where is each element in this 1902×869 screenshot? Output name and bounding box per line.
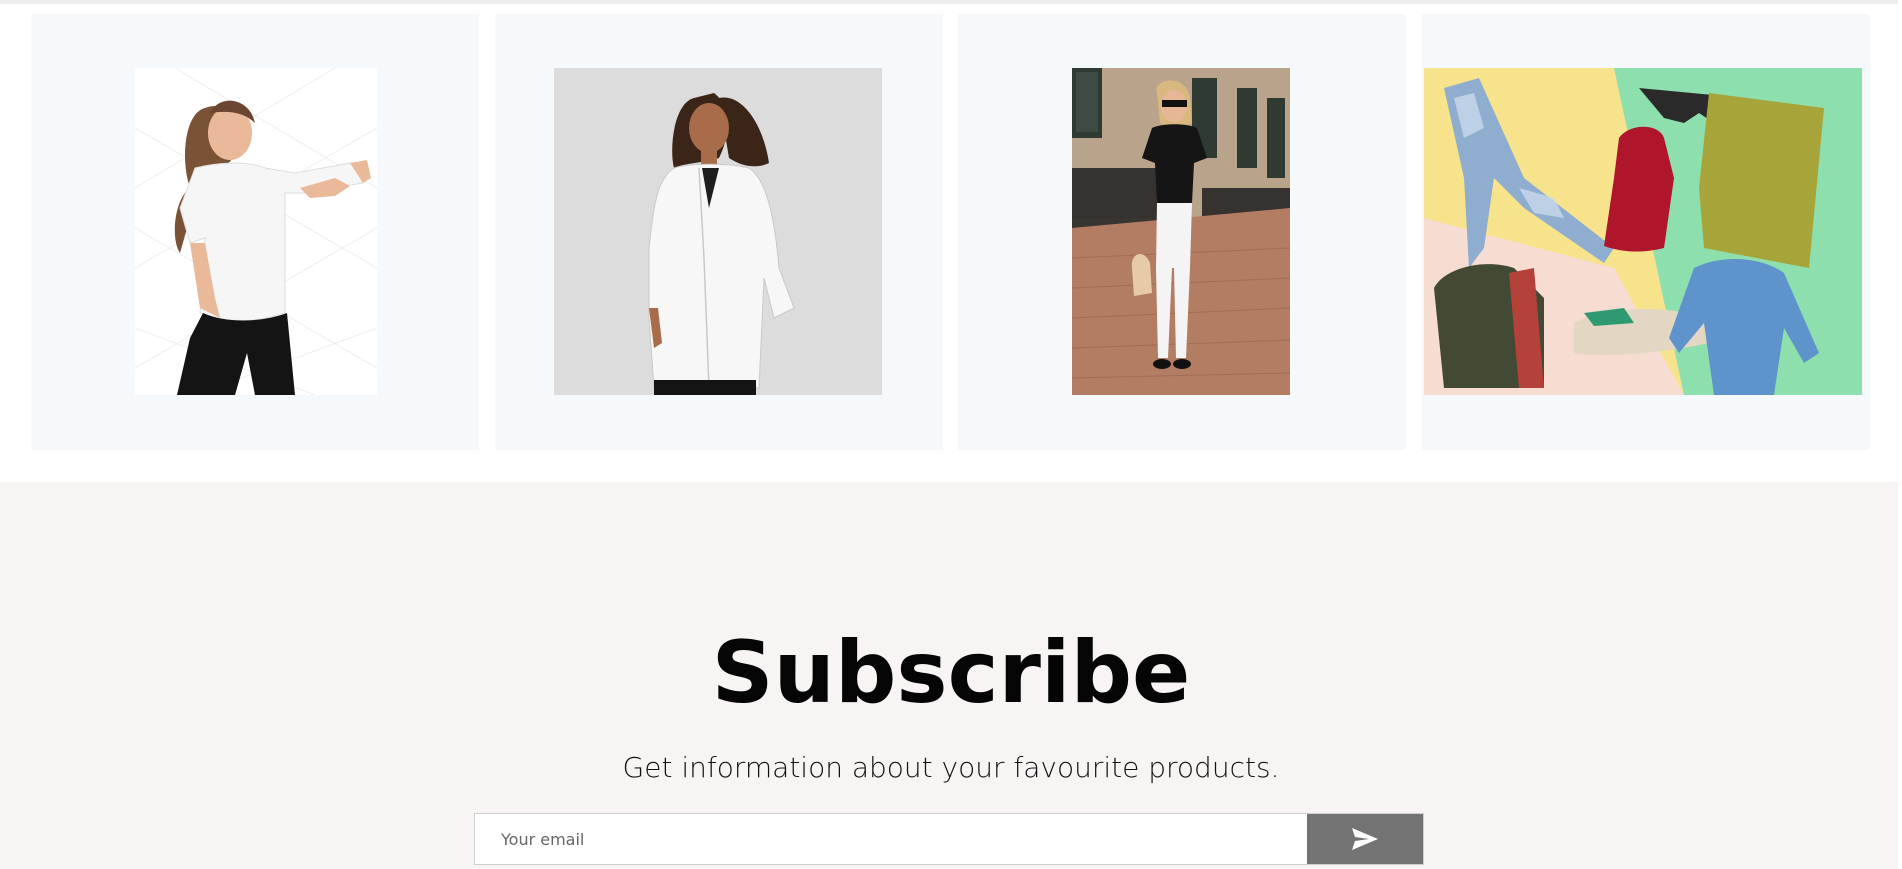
subscribe-section: Subscribe Get information about your fav…: [0, 482, 1902, 869]
product-card[interactable]: [31, 14, 479, 450]
paper-plane-icon: [1351, 827, 1379, 851]
product-card[interactable]: [958, 14, 1406, 450]
subscribe-form: [474, 813, 1424, 865]
page-edge: [1898, 0, 1902, 869]
product-image-woman-street-style[interactable]: [1072, 68, 1290, 395]
product-gallery: [0, 4, 1902, 482]
subscribe-title: Subscribe: [711, 623, 1191, 723]
product-image-woman-lab-coat[interactable]: [554, 68, 882, 395]
product-image-woman-white-tshirt[interactable]: [135, 68, 377, 395]
product-card[interactable]: [1422, 14, 1870, 450]
product-card[interactable]: [495, 14, 943, 450]
subscribe-description: Get information about your favourite pro…: [622, 751, 1280, 784]
send-button[interactable]: [1307, 814, 1423, 864]
product-image-clothing-collage[interactable]: [1424, 68, 1862, 395]
email-input[interactable]: [475, 814, 1309, 864]
